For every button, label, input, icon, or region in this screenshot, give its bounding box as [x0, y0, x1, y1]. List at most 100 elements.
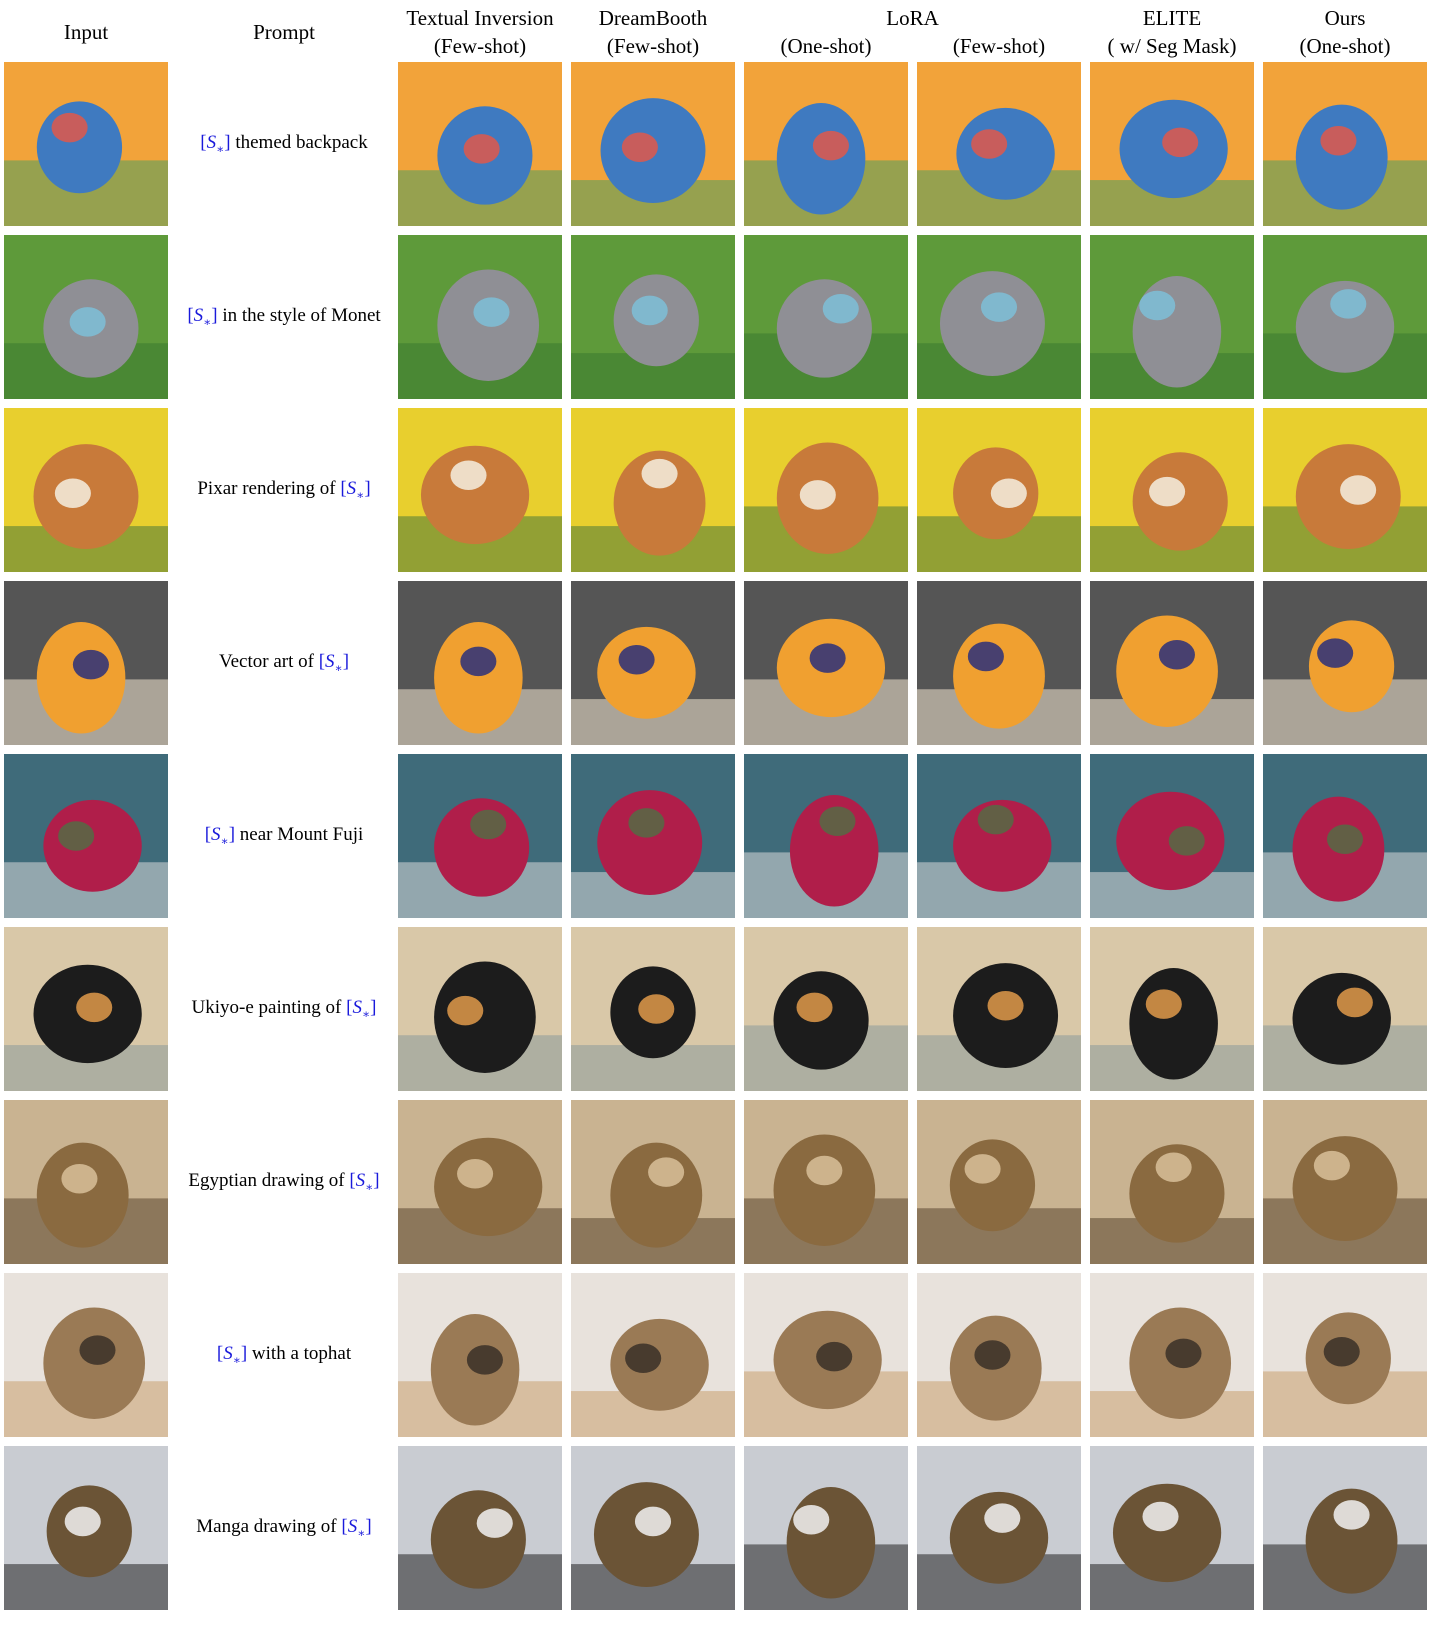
input-image-teapot	[4, 62, 168, 226]
token-symbol: S	[206, 132, 217, 153]
prompt-post: near Mount Fuji	[235, 824, 364, 845]
ours-output-corgi	[1263, 408, 1427, 572]
placeholder-token: [S∗]	[187, 305, 218, 329]
dreambooth-output-bird	[571, 1100, 735, 1264]
input-image-turtle	[4, 581, 168, 745]
lora-one-shot-output-dog	[744, 235, 908, 399]
lora-few-shot-output-cat	[917, 927, 1081, 1091]
input-image-corgi	[4, 408, 168, 572]
textual-inversion-output-dog	[398, 235, 562, 399]
header-ours: Ours (One-shot)	[1263, 4, 1427, 60]
prompt-pre: Egyptian drawing of	[188, 1170, 350, 1191]
lora-few-shot-output-kitten	[917, 1273, 1081, 1437]
dreambooth-output-dog	[571, 235, 735, 399]
prompt-pre: Ukiyo-e painting of	[191, 997, 347, 1018]
header-prompt: Prompt	[174, 18, 394, 46]
textual-inversion-output-bird	[398, 1100, 562, 1264]
dreambooth-output-teapot	[571, 62, 735, 226]
header-elite-title: ELITE	[1142, 6, 1202, 30]
header-dreambooth: DreamBooth (Few-shot)	[571, 4, 735, 60]
placeholder-token: [S∗]	[346, 997, 377, 1021]
lora-few-shot-output-turtle	[917, 581, 1081, 745]
input-image-bird	[4, 1100, 168, 1264]
header-lora-few-label: (Few-shot)	[952, 34, 1046, 58]
textual-inversion-output-backpack	[398, 754, 562, 918]
prompt-text: Pixar rendering of [S∗]	[174, 478, 394, 503]
ours-output-teapot	[1263, 62, 1427, 226]
prompt-text: Manga drawing of [S∗]	[174, 1516, 394, 1541]
textual-inversion-output-corgi	[398, 408, 562, 572]
prompt-text: [S∗] near Mount Fuji	[174, 824, 394, 849]
token-subscript: ∗	[361, 1006, 371, 1021]
placeholder-token: [S∗]	[341, 1516, 372, 1540]
prompt-post: with a tophat	[247, 1343, 352, 1364]
textual-inversion-output-cat	[398, 927, 562, 1091]
prompt-text: Egyptian drawing of [S∗]	[174, 1170, 394, 1195]
header-lora-one-label: (One-shot)	[780, 34, 872, 58]
placeholder-token: [S∗]	[340, 478, 371, 502]
header-ti-sub: (Few-shot)	[433, 34, 527, 58]
header-lora: LoRA	[744, 4, 1081, 32]
token-symbol: S	[193, 305, 204, 326]
dreambooth-output-kitten	[571, 1273, 735, 1437]
elite-output-turtle	[1090, 581, 1254, 745]
elite-output-cat	[1090, 927, 1254, 1091]
input-image-barn	[4, 1446, 168, 1610]
input-image-kitten	[4, 1273, 168, 1437]
token-symbol: S	[211, 824, 221, 845]
elite-output-dog	[1090, 235, 1254, 399]
token-symbol: S	[347, 1516, 358, 1537]
dreambooth-output-barn	[571, 1446, 735, 1610]
input-image-cat	[4, 927, 168, 1091]
dreambooth-output-backpack	[571, 754, 735, 918]
lora-one-shot-output-kitten	[744, 1273, 908, 1437]
lora-one-shot-output-turtle	[744, 581, 908, 745]
lora-few-shot-output-teapot	[917, 62, 1081, 226]
lora-few-shot-output-backpack	[917, 754, 1081, 918]
textual-inversion-output-kitten	[398, 1273, 562, 1437]
header-input-label: Input	[63, 20, 109, 44]
lora-one-shot-output-bird	[744, 1100, 908, 1264]
ours-output-barn	[1263, 1446, 1427, 1610]
textual-inversion-output-teapot	[398, 62, 562, 226]
ours-output-backpack	[1263, 754, 1427, 918]
elite-output-backpack	[1090, 754, 1254, 918]
header-db-title: DreamBooth	[598, 6, 708, 30]
dreambooth-output-cat	[571, 927, 735, 1091]
token-subscript: ∗	[220, 833, 229, 848]
lora-one-shot-output-corgi	[744, 408, 908, 572]
prompt-text: Ukiyo-e painting of [S∗]	[174, 997, 394, 1022]
placeholder-token: [S∗]	[204, 824, 236, 848]
token-symbol: S	[355, 1170, 366, 1191]
prompt-pre: Pixar rendering of	[197, 478, 341, 499]
dreambooth-output-turtle	[571, 581, 735, 745]
header-input: Input	[4, 18, 168, 46]
header-prompt-label: Prompt	[253, 20, 315, 44]
token-symbol: S	[223, 1343, 233, 1364]
header-lora-title: LoRA	[886, 6, 939, 30]
ours-output-bird	[1263, 1100, 1427, 1264]
header-ours-sub: (One-shot)	[1299, 34, 1391, 58]
textual-inversion-output-turtle	[398, 581, 562, 745]
dreambooth-output-corgi	[571, 408, 735, 572]
token-symbol: S	[352, 997, 362, 1018]
elite-output-barn	[1090, 1446, 1254, 1610]
header-elite-sub: ( w/ Seg Mask)	[1107, 34, 1237, 58]
lora-few-shot-output-barn	[917, 1446, 1081, 1610]
prompt-text: [S∗] with a tophat	[174, 1343, 394, 1368]
prompt-text: Vector art of [S∗]	[174, 651, 394, 676]
lora-few-shot-output-bird	[917, 1100, 1081, 1264]
textual-inversion-output-barn	[398, 1446, 562, 1610]
lora-one-shot-output-backpack	[744, 754, 908, 918]
ours-output-dog	[1263, 235, 1427, 399]
prompt-post: in the style of Monet	[217, 305, 381, 326]
header-lora-one-shot: (One-shot)	[744, 32, 908, 60]
lora-few-shot-output-corgi	[917, 408, 1081, 572]
elite-output-kitten	[1090, 1273, 1254, 1437]
token-symbol: S	[346, 478, 357, 499]
elite-output-teapot	[1090, 62, 1254, 226]
header-elite: ELITE ( w/ Seg Mask)	[1090, 4, 1254, 60]
prompt-pre: Vector art of	[218, 651, 319, 672]
placeholder-token: [S∗]	[349, 1170, 380, 1194]
header-lora-few-shot: (Few-shot)	[917, 32, 1081, 60]
